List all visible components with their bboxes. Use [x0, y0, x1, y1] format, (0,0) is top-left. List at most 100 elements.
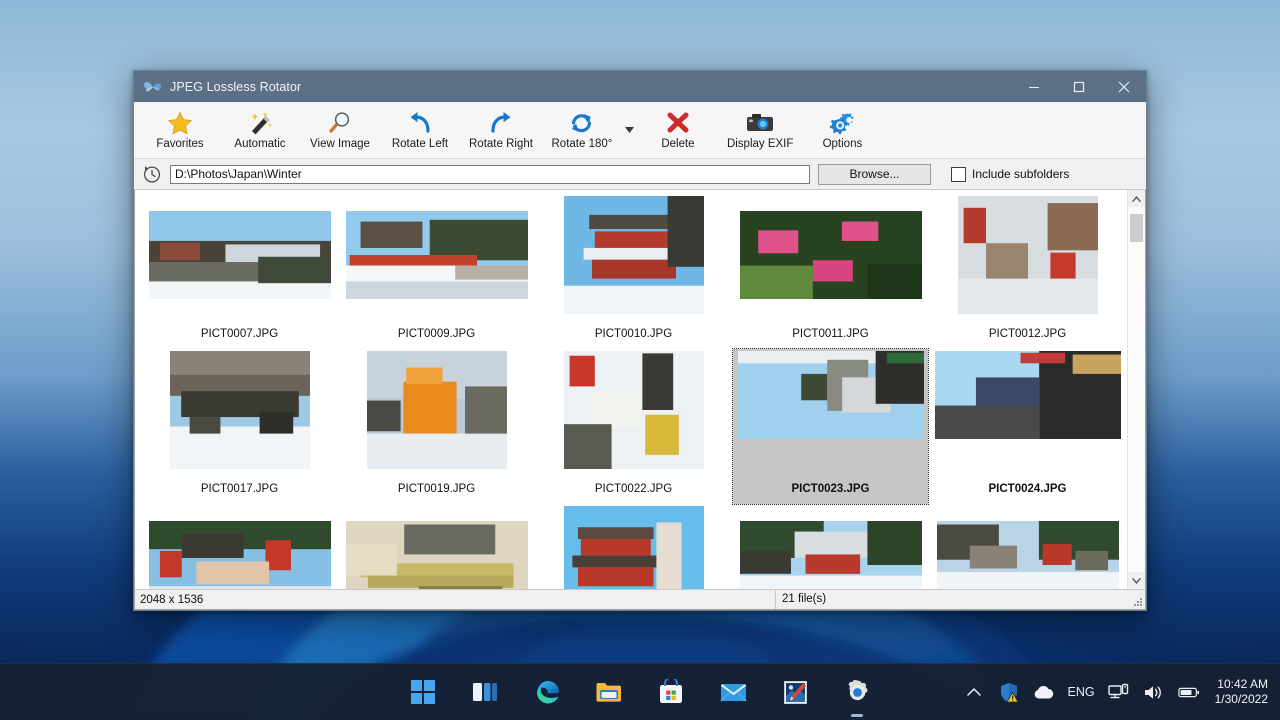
- scrollbar-track[interactable]: [1128, 207, 1145, 572]
- rotate-180-button[interactable]: Rotate 180°: [542, 105, 622, 155]
- rotate-left-label: Rotate Left: [391, 138, 449, 150]
- options-button[interactable]: Options: [802, 105, 882, 155]
- jpeg-lossless-rotator-window: JPEG Lossless Rotator Favorites Automati…: [133, 70, 1147, 611]
- scroll-up-button[interactable]: [1128, 190, 1145, 207]
- thumbnail-filename: PICT0019.JPG: [397, 483, 476, 495]
- thumbnail-filename: PICT0009.JPG: [397, 328, 476, 340]
- thumbnail-image[interactable]: [737, 351, 924, 469]
- windows-taskbar: ENG 10:42 AM 1/30/2022: [0, 663, 1280, 720]
- thumbnail-image[interactable]: [344, 196, 530, 314]
- browse-button[interactable]: Browse...: [818, 163, 931, 185]
- task-view-button[interactable]: [471, 678, 499, 706]
- image-dimensions-text: 2048 x 1536: [140, 593, 204, 606]
- gears-icon: [826, 110, 858, 136]
- thumbnail-item[interactable]: PICT0017.JPG: [142, 349, 337, 504]
- magic-wand-icon: [244, 110, 276, 136]
- rotate-right-icon: [485, 110, 517, 136]
- taskbar-app-row: [0, 678, 1280, 717]
- thumbnail-item[interactable]: PICT0019.JPG: [339, 349, 534, 504]
- scrollbar-thumb[interactable]: [1130, 214, 1143, 242]
- thumbnail-item[interactable]: PICT0028.JPG: [733, 504, 928, 589]
- main-toolbar: Favorites Automatic View Image Rotate Le…: [134, 102, 1146, 159]
- vertical-scrollbar[interactable]: [1127, 190, 1145, 589]
- options-label: Options: [822, 138, 863, 150]
- rotate-180-label: Rotate 180°: [551, 138, 613, 150]
- automatic-button[interactable]: Automatic: [220, 105, 300, 155]
- resize-grip-icon[interactable]: [1132, 596, 1143, 607]
- thumbnail-filename: PICT0011.JPG: [792, 328, 869, 340]
- rotate-left-button[interactable]: Rotate Left: [380, 105, 460, 155]
- thumbnail-item[interactable]: PICT0009.JPG: [339, 194, 534, 349]
- thumbnail-image[interactable]: [934, 351, 1121, 469]
- favorites-label: Favorites: [156, 138, 204, 150]
- thumbnail-filename: PICT0017.JPG: [200, 483, 279, 495]
- thumbnail-image[interactable]: [344, 506, 530, 589]
- thumbnail-item[interactable]: PICT0012.JPG: [930, 194, 1125, 349]
- thumbnail-image[interactable]: [147, 351, 333, 469]
- scroll-down-button[interactable]: [1128, 572, 1145, 589]
- thumbnail-image[interactable]: [935, 196, 1121, 314]
- automatic-label: Automatic: [234, 138, 286, 150]
- microsoft-store-button[interactable]: [657, 678, 685, 706]
- thumbnail-filename: PICT0023.JPG: [791, 483, 870, 495]
- thumbnail-image[interactable]: [541, 351, 727, 469]
- thumbnail-item[interactable]: PICT0029.JPG: [930, 504, 1125, 589]
- mail-button[interactable]: [719, 678, 747, 706]
- edge-browser-button[interactable]: [533, 678, 561, 706]
- rotate-right-button[interactable]: Rotate Right: [460, 105, 542, 155]
- thumbnail-image[interactable]: [541, 196, 727, 314]
- file-count-text: 21 file(s): [775, 590, 1145, 609]
- minimize-button[interactable]: [1011, 71, 1056, 102]
- thumbnail-item[interactable]: PICT0026.JPG: [339, 504, 534, 589]
- view-image-label: View Image: [310, 138, 370, 150]
- maximize-button[interactable]: [1056, 71, 1101, 102]
- thumbnail-image[interactable]: [935, 506, 1121, 589]
- rotate-180-icon: [566, 110, 598, 136]
- thumbnail-image[interactable]: [541, 506, 727, 589]
- status-bar: 2048 x 1536 21 file(s): [134, 589, 1146, 610]
- checkbox-box[interactable]: [951, 166, 966, 182]
- include-subfolders-label: Include subfolders: [972, 167, 1070, 181]
- display-exif-label: Display EXIF: [726, 138, 794, 150]
- thumbnail-item[interactable]: PICT0010.JPG: [536, 194, 731, 349]
- start-button[interactable]: [409, 678, 437, 706]
- jpeg-rotator-button[interactable]: [781, 678, 809, 706]
- display-exif-button[interactable]: Display EXIF: [718, 105, 802, 155]
- thumbnail-item[interactable]: PICT0022.JPG: [536, 349, 731, 504]
- thumbnail-filename: PICT0010.JPG: [594, 328, 673, 340]
- window-title-bar[interactable]: JPEG Lossless Rotator: [134, 71, 1146, 102]
- thumbnail-image[interactable]: [738, 506, 924, 589]
- thumbnail-list-view[interactable]: PICT0007.JPG PICT0009.JPG PICT0010.JPG PICT…: [134, 190, 1146, 589]
- red-x-icon: [662, 110, 694, 136]
- thumbnail-filename: PICT0022.JPG: [594, 483, 673, 495]
- thumbnail-item[interactable]: PICT0027.JPG: [536, 504, 731, 589]
- favorites-button[interactable]: Favorites: [140, 105, 220, 155]
- thumbnail-filename: PICT0007.JPG: [200, 328, 279, 340]
- magnifier-icon: [324, 110, 356, 136]
- thumbnail-item[interactable]: PICT0011.JPG: [733, 194, 928, 349]
- thumbnail-item[interactable]: PICT0025.JPG: [142, 504, 337, 589]
- path-toolbar: Browse... Include subfolders: [134, 159, 1146, 190]
- thumbnail-item[interactable]: PICT0007.JPG: [142, 194, 337, 349]
- settings-button[interactable]: [843, 678, 871, 717]
- thumbnail-grid: PICT0007.JPG PICT0009.JPG PICT0010.JPG PICT…: [135, 190, 1127, 589]
- thumbnail-item[interactable]: PICT0024.JPG: [930, 349, 1125, 504]
- view-image-button[interactable]: View Image: [300, 105, 380, 155]
- delete-button[interactable]: Delete: [638, 105, 718, 155]
- thumbnail-image[interactable]: [344, 351, 530, 469]
- thumbnail-image[interactable]: [147, 196, 333, 314]
- chevron-down-icon[interactable]: [622, 105, 638, 155]
- active-app-indicator: [851, 714, 863, 717]
- history-clock-icon[interactable]: [142, 164, 162, 184]
- rotate-right-label: Rotate Right: [469, 138, 533, 150]
- close-button[interactable]: [1101, 71, 1146, 102]
- thumbnail-filename: PICT0012.JPG: [988, 328, 1067, 340]
- camera-icon: [744, 110, 776, 136]
- file-explorer-button[interactable]: [595, 678, 623, 706]
- folder-path-input[interactable]: [170, 164, 810, 184]
- thumbnail-image[interactable]: [738, 196, 924, 314]
- thumbnail-item[interactable]: PICT0023.JPG: [732, 348, 929, 505]
- thumbnail-image[interactable]: [147, 506, 333, 589]
- include-subfolders-checkbox[interactable]: Include subfolders: [951, 166, 1070, 182]
- rotate-left-icon: [404, 110, 436, 136]
